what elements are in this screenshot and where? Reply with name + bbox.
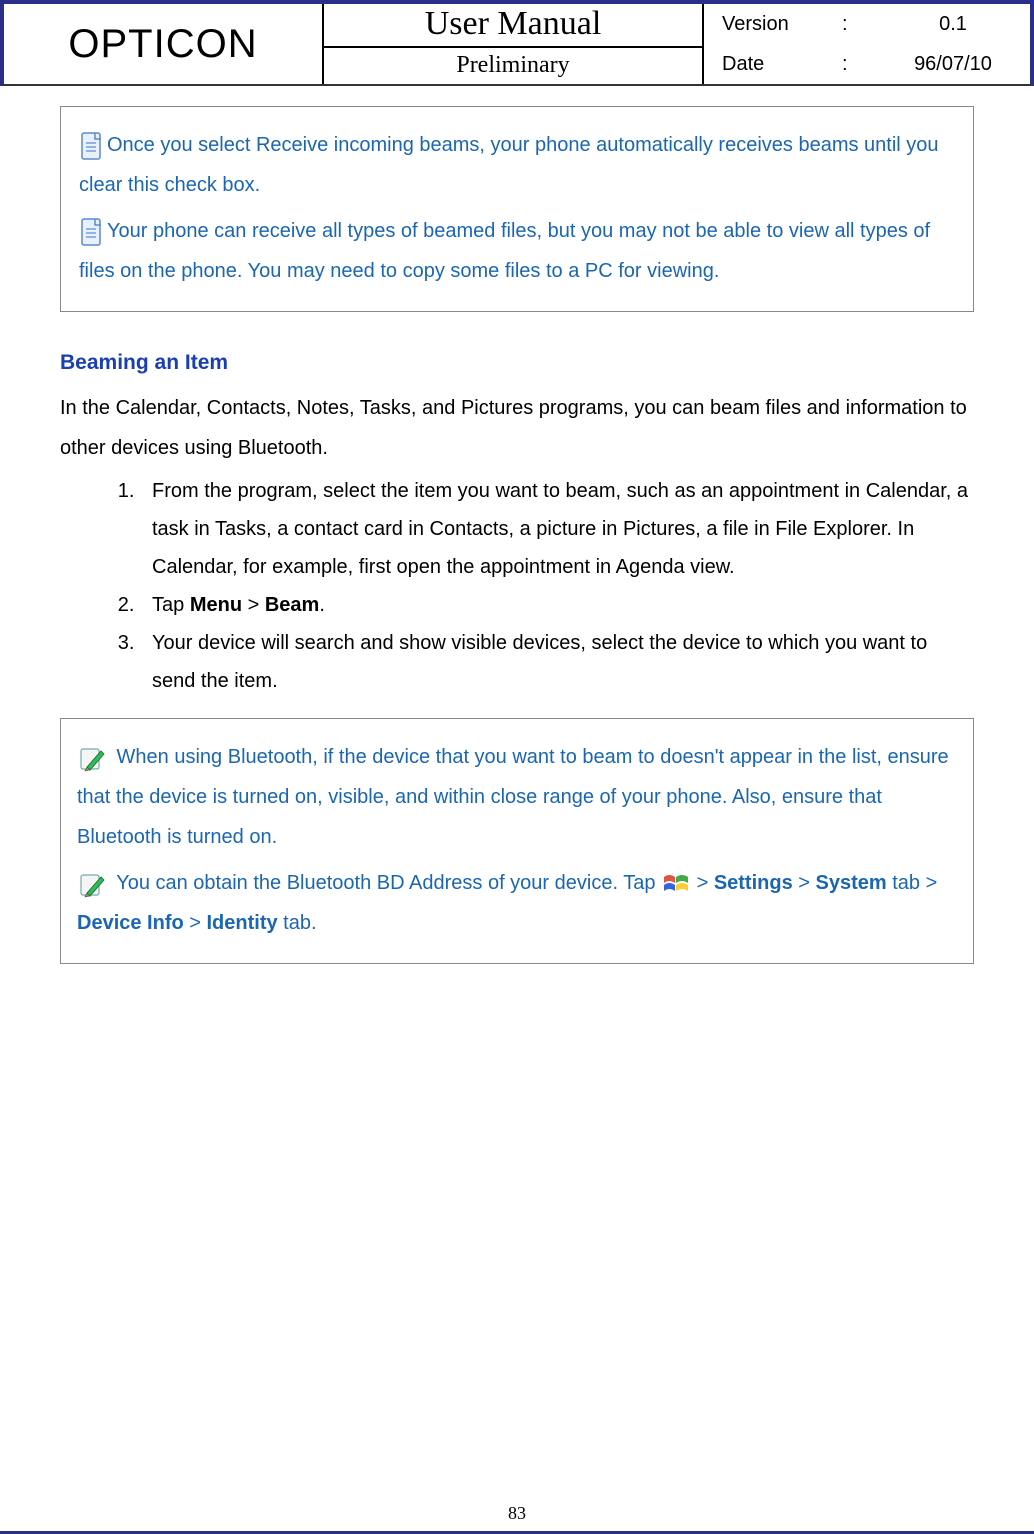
note-box: Once you select Receive incoming beams, … (60, 106, 974, 312)
version-row: Version : 0.1 (704, 4, 1034, 44)
tip-box: When using Bluetooth, if the device that… (60, 718, 974, 964)
meta-cell: Version : 0.1 Date : 96/07/10 (704, 4, 1034, 84)
page-content: Once you select Receive incoming beams, … (0, 86, 1034, 964)
tip-2-deviceinfo: Device Info (77, 912, 184, 934)
tip-2-settings: Settings (714, 872, 793, 894)
step-2: Tap Menu > Beam. (140, 586, 974, 624)
tip-2-f: tab > (887, 872, 938, 894)
steps-list: From the program, select the item you wa… (60, 472, 974, 700)
section-heading: Beaming an Item (60, 342, 974, 384)
tip-2-system: System (816, 872, 887, 894)
page-header-frame: OPTICON User Manual Preliminary Version … (0, 0, 1034, 86)
date-row: Date : 96/07/10 (704, 44, 1034, 84)
tip-2-j: tab. (278, 912, 317, 934)
note-text-1: Once you select Receive incoming beams, … (79, 134, 939, 196)
doc-subtitle: Preliminary (324, 48, 702, 84)
step-2-menu: Menu (190, 594, 242, 616)
tip-text-1: When using Bluetooth, if the device that… (77, 746, 949, 848)
date-label: Date (722, 53, 842, 76)
tip-2-a: You can obtain the Bluetooth BD Address … (111, 872, 661, 894)
tip-2-h: > (184, 912, 207, 934)
step-2-sep: > (242, 594, 265, 616)
note-paragraph-1: Once you select Receive incoming beams, … (79, 125, 955, 205)
version-separator: : (842, 13, 872, 36)
step-1-text: From the program, select the item you wa… (152, 480, 968, 578)
step-2-beam: Beam (265, 594, 319, 616)
document-icon (79, 131, 105, 161)
note-paragraph-2: Your phone can receive all types of beam… (79, 211, 955, 291)
step-2-prefix: Tap (152, 594, 190, 616)
section-intro: In the Calendar, Contacts, Notes, Tasks,… (60, 388, 974, 468)
tip-2-identity: Identity (207, 912, 278, 934)
date-separator: : (842, 53, 872, 76)
version-value: 0.1 (872, 13, 1034, 36)
step-2-suffix: . (319, 594, 325, 616)
step-1: From the program, select the item you wa… (140, 472, 974, 586)
brand-text: OPTICON (68, 22, 257, 67)
header-table: OPTICON User Manual Preliminary Version … (4, 4, 1030, 84)
tip-paragraph-1: When using Bluetooth, if the device that… (77, 737, 957, 857)
pen-note-icon (77, 869, 107, 899)
note-text-2: Your phone can receive all types of beam… (79, 220, 930, 282)
tip-paragraph-2: You can obtain the Bluetooth BD Address … (77, 863, 957, 943)
brand-cell: OPTICON (4, 4, 324, 84)
date-value: 96/07/10 (872, 53, 1034, 76)
pen-note-icon (77, 743, 107, 773)
tip-2-d: > (793, 872, 816, 894)
step-3-text: Your device will search and show visible… (152, 632, 927, 692)
document-icon (79, 217, 105, 247)
page-number: 83 (0, 1503, 1034, 1524)
tip-2-b: > (691, 872, 714, 894)
step-3: Your device will search and show visible… (140, 624, 974, 700)
version-label: Version (722, 13, 842, 36)
windows-start-icon (661, 871, 691, 897)
doc-title: User Manual (324, 4, 702, 48)
title-cell: User Manual Preliminary (324, 4, 704, 84)
